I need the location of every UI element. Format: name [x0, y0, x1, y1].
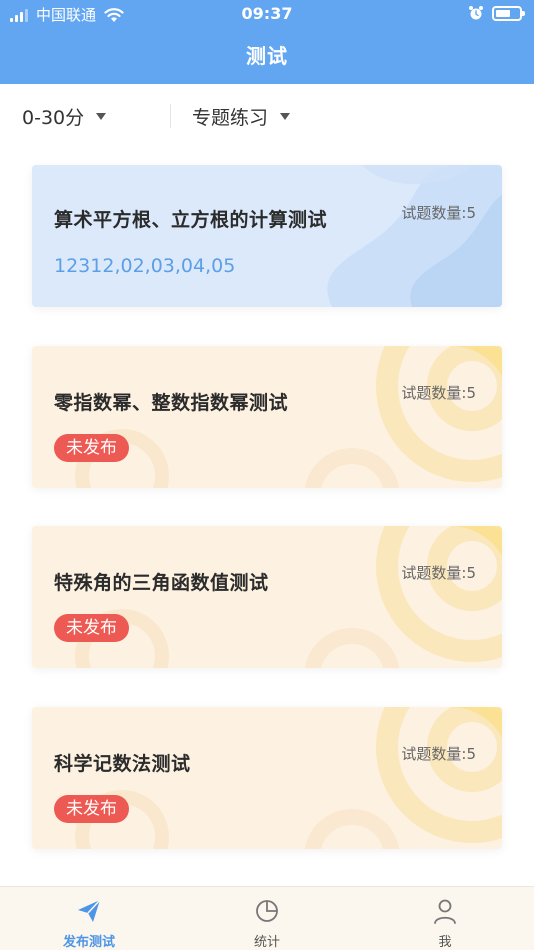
tab-publish-test[interactable]: 发布测试 [0, 887, 178, 950]
filter-bar: 0-30分 专题练习 [0, 84, 534, 146]
test-card[interactable]: 科学记数法测试 试题数量:5 未发布 [32, 707, 502, 849]
card-wave-decoration [327, 165, 502, 307]
tab-label: 发布测试 [62, 935, 115, 950]
status-badge: 未发布 [54, 614, 129, 642]
test-card[interactable]: 零指数幂、整数指数幂测试 试题数量:5 未发布 [32, 346, 502, 488]
app-header: 中国联通 09:37 测试 [0, 0, 534, 84]
battery-icon [492, 5, 525, 21]
test-card[interactable]: 特殊角的三角函数值测试 试题数量:5 未发布 [32, 526, 502, 668]
status-right [468, 5, 525, 21]
score-range-label: 0-30分 [22, 107, 85, 129]
question-count: 试题数量:5 [401, 384, 476, 402]
card-ring-decoration [75, 707, 502, 849]
topic-type-dropdown[interactable]: 专题练习 [192, 103, 291, 130]
tab-me[interactable]: 我 [356, 887, 534, 950]
caret-down-icon [96, 113, 107, 120]
paper-plane-icon [78, 899, 101, 922]
test-description: 12312,02,03,04,05 [54, 255, 236, 277]
page-title: 测试 [246, 44, 288, 68]
score-range-dropdown[interactable]: 0-30分 [22, 103, 107, 130]
pie-chart-icon [256, 900, 278, 922]
alarm-clock-icon [469, 6, 483, 20]
status-badge: 未发布 [54, 434, 129, 462]
status-time: 09:37 [241, 4, 293, 23]
caret-down-icon [280, 113, 291, 120]
card-ring-decoration [75, 346, 502, 488]
question-count: 试题数量:5 [401, 745, 476, 763]
bottom-tab-bar: 发布测试 统计 我 [0, 886, 534, 950]
test-title: 科学记数法测试 [54, 753, 191, 775]
status-badge: 未发布 [54, 795, 129, 823]
test-card[interactable]: 算术平方根、立方根的计算测试 试题数量:5 12312,02,03,04,05 [32, 165, 502, 307]
user-icon [434, 899, 456, 924]
topic-type-label: 专题练习 [192, 107, 269, 129]
test-title: 特殊角的三角函数值测试 [54, 572, 269, 594]
question-count: 试题数量:5 [401, 564, 476, 582]
tab-statistics[interactable]: 统计 [178, 887, 356, 950]
filter-divider [170, 104, 171, 128]
test-title: 零指数幂、整数指数幂测试 [54, 392, 289, 414]
tab-label: 统计 [253, 935, 280, 950]
status-bar: 中国联通 09:37 [0, 0, 534, 28]
test-title: 算术平方根、立方根的计算测试 [54, 209, 328, 231]
tab-label: 我 [438, 935, 452, 950]
card-ring-decoration [75, 526, 502, 668]
question-count: 试题数量:5 [401, 204, 476, 222]
